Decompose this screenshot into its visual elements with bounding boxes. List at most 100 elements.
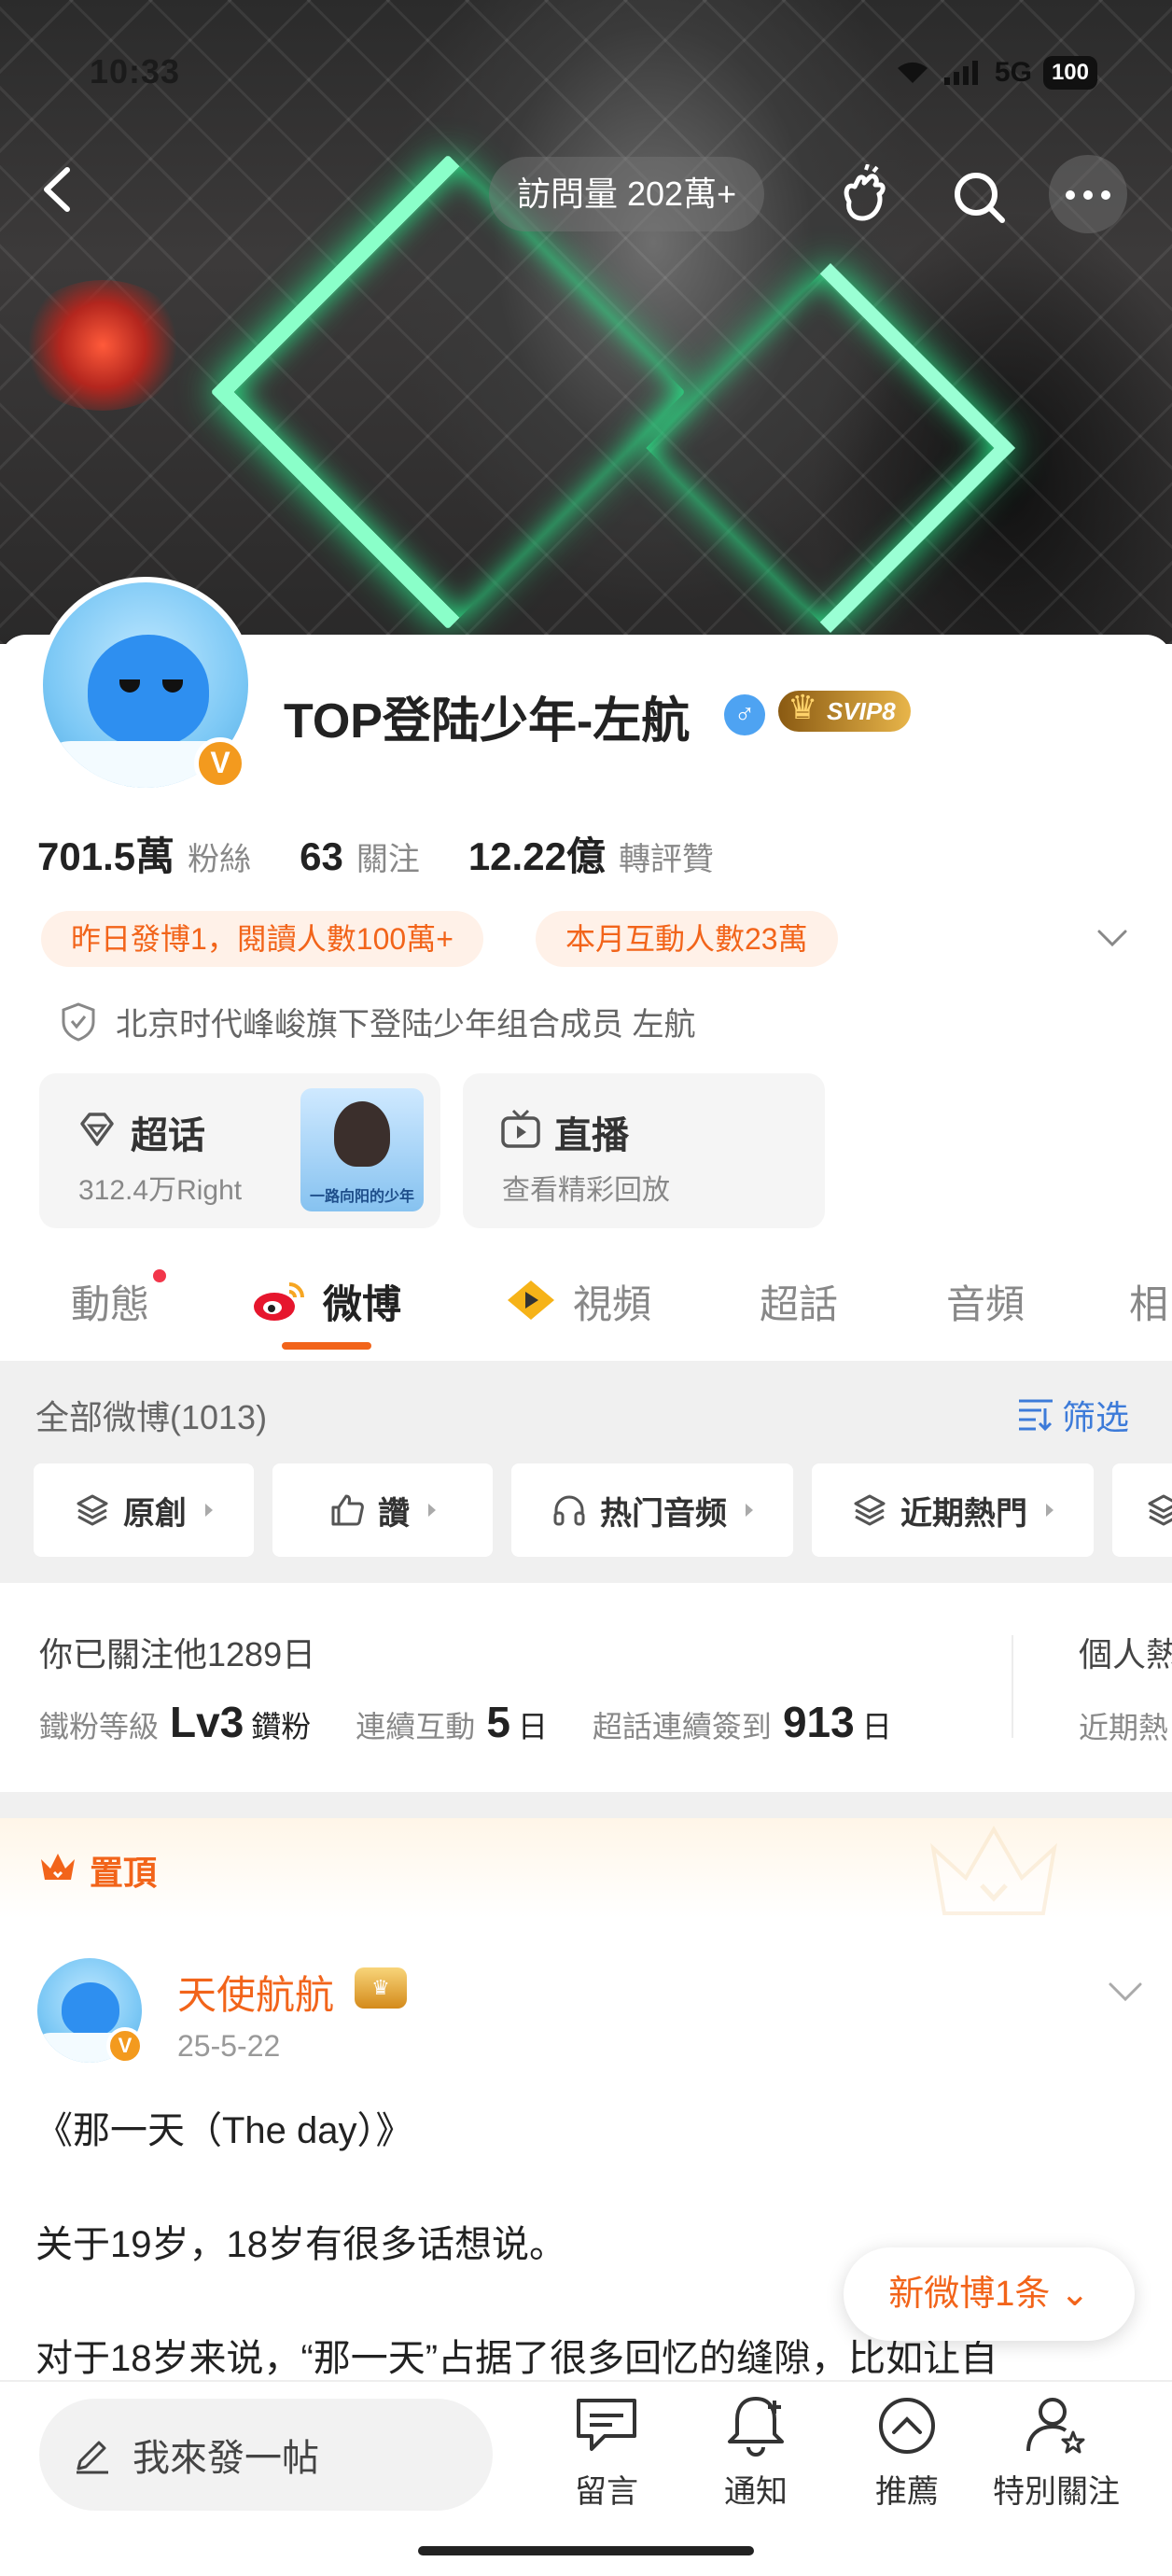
personal-hot-title[interactable]: 個人熱 bbox=[1079, 1628, 1172, 1676]
live-sub: 查看精彩回放 bbox=[502, 1175, 670, 1206]
chevron-up-circle-icon bbox=[879, 2398, 935, 2454]
network-type: 5G bbox=[994, 57, 1032, 88]
verified-badge-icon: V bbox=[194, 737, 246, 790]
yesterday-post-pill[interactable]: 昨日發博1，閱讀人數100萬+ bbox=[41, 911, 483, 967]
followers-label: 粉絲 bbox=[188, 842, 252, 877]
recommend-button[interactable]: 推薦 bbox=[832, 2393, 982, 2512]
tv-play-icon bbox=[501, 1109, 540, 1148]
fan-stats-row[interactable]: 鐵粉等級 Lv3 鑽粉 連續互動 5 日 超話連續簽到 913 日 bbox=[39, 1697, 892, 1747]
chevron-down-icon[interactable] bbox=[1105, 1973, 1146, 2010]
tab-super-topic[interactable]: 超話 bbox=[760, 1273, 838, 1330]
message-button[interactable]: 留言 bbox=[532, 2393, 681, 2512]
crown-watermark-icon bbox=[930, 1825, 1057, 1915]
fan-level-unit: 鑽粉 bbox=[251, 1710, 312, 1743]
video-play-icon bbox=[508, 1281, 554, 1320]
thumbs-up-icon bbox=[331, 1494, 364, 1526]
wifi-icon bbox=[897, 62, 928, 83]
new-posts-label: 新微博1条 bbox=[888, 2275, 1051, 2314]
section-divider bbox=[0, 1792, 1172, 1818]
recent-hot-chip[interactable]: 近期熱門 bbox=[812, 1463, 1094, 1557]
following-count[interactable]: 63 bbox=[300, 834, 343, 879]
checkin-label: 超話連續簽到 bbox=[592, 1710, 772, 1743]
user-star-icon bbox=[1026, 2398, 1085, 2454]
chip-label: 近期熱門 bbox=[900, 1495, 1027, 1532]
notify-button[interactable]: 通知 bbox=[681, 2393, 830, 2512]
fan-level-label: 鐵粉等級 bbox=[39, 1710, 160, 1743]
special-follow-label: 特別關注 bbox=[993, 2474, 1120, 2510]
profile-cover-image[interactable] bbox=[0, 0, 1172, 644]
profile-name: TOP登陆少年-左航 bbox=[284, 694, 691, 749]
compose-post-button[interactable]: 我來發一帖 bbox=[39, 2399, 493, 2511]
profile-stats: 701.5萬 粉絲 63 關注 12.22億 轉評贊 bbox=[37, 825, 762, 882]
more-chip[interactable] bbox=[1112, 1463, 1172, 1557]
back-arrow-icon[interactable] bbox=[37, 166, 75, 213]
status-time: 10:33 bbox=[90, 52, 181, 91]
chip-label: 热门音频 bbox=[600, 1495, 727, 1532]
pinned-label: 置頂 bbox=[90, 1854, 158, 1892]
home-indicator[interactable] bbox=[418, 2546, 754, 2555]
notify-label: 通知 bbox=[724, 2474, 788, 2510]
original-posts-chip[interactable]: 原創 bbox=[34, 1463, 254, 1557]
search-icon[interactable] bbox=[946, 164, 1012, 230]
checkin-value: 913 bbox=[782, 1698, 855, 1746]
super-topic-thumbnail[interactable]: 一路向阳的少年 bbox=[300, 1088, 424, 1211]
new-posts-button[interactable]: 新微博1条 ⌄ bbox=[844, 2247, 1135, 2341]
liked-posts-chip[interactable]: 讚 bbox=[272, 1463, 493, 1557]
live-tile[interactable]: 直播 查看精彩回放 bbox=[463, 1073, 825, 1228]
special-follow-button[interactable]: 特別關注 bbox=[982, 2393, 1131, 2512]
interaction-value: 5 bbox=[486, 1698, 510, 1746]
tab-audio[interactable]: 音頻 bbox=[946, 1273, 1025, 1330]
bell-plus-icon bbox=[728, 2397, 784, 2457]
double-chevron-down-icon: ⌄ bbox=[1059, 2275, 1090, 2314]
filter-icon bbox=[1019, 1399, 1053, 1432]
post-text-line: 对于18岁来说，“那一天”占据了很多回忆的缝隙，比如让自 bbox=[35, 2338, 998, 2379]
certification-row: 北京时代峰峻旗下登陆少年组合成员 左航 bbox=[60, 999, 695, 1044]
message-label: 留言 bbox=[575, 2474, 638, 2510]
recommend-label: 推薦 bbox=[875, 2474, 939, 2510]
more-options-button[interactable] bbox=[1049, 155, 1127, 233]
tab-video[interactable]: 視頻 bbox=[573, 1273, 651, 1330]
follow-days: 你已關注他1289日 bbox=[39, 1635, 316, 1673]
compose-label: 我來發一帖 bbox=[133, 2438, 319, 2479]
post-author-name[interactable]: 天使航航 bbox=[177, 1964, 334, 2021]
status-icons: 5G 100 bbox=[894, 56, 1097, 90]
divider bbox=[1012, 1635, 1013, 1738]
post-text-line: 关于19岁，18岁有很多话想说。 bbox=[35, 2224, 566, 2265]
fan-level-value: Lv3 bbox=[170, 1698, 244, 1746]
tab-weibo[interactable]: 微博 bbox=[323, 1273, 401, 1330]
thumbnail-caption: 一路向阳的少年 bbox=[309, 1189, 414, 1205]
notification-dot bbox=[153, 1269, 166, 1282]
greeting-hand-icon[interactable] bbox=[830, 164, 896, 230]
interaction-unit: 日 bbox=[517, 1710, 548, 1743]
engagement-count: 12.22億 bbox=[467, 834, 606, 878]
tab-dynamics[interactable]: 動態 bbox=[71, 1273, 149, 1330]
super-topic-title: 超话 bbox=[131, 1115, 205, 1156]
filter-button[interactable]: 筛选 bbox=[1017, 1391, 1129, 1439]
recent-hot-sub: 近期熱 bbox=[1079, 1711, 1169, 1744]
battery-indicator: 100 bbox=[1042, 56, 1097, 90]
tab-album[interactable]: 相 bbox=[1129, 1273, 1168, 1330]
visit-count-button[interactable]: 訪問量 202萬+ bbox=[489, 157, 765, 231]
headphones-icon bbox=[553, 1495, 585, 1526]
certification-text: 北京时代峰峻旗下登陆少年组合成员 左航 bbox=[116, 1007, 696, 1043]
chip-label: 原創 bbox=[123, 1495, 187, 1532]
active-tab-indicator bbox=[282, 1342, 371, 1350]
layers-icon bbox=[854, 1494, 886, 1526]
layers-icon bbox=[1148, 1494, 1172, 1526]
hot-audio-chip[interactable]: 热门音频 bbox=[511, 1463, 793, 1557]
weibo-logo-icon bbox=[254, 1282, 304, 1321]
live-title: 直播 bbox=[554, 1115, 629, 1156]
layers-icon bbox=[77, 1494, 108, 1526]
chip-label: 讚 bbox=[378, 1495, 410, 1532]
following-label: 關注 bbox=[356, 842, 420, 877]
crown-icon bbox=[41, 1854, 75, 1880]
filter-label: 筛选 bbox=[1062, 1398, 1130, 1436]
pencil-icon bbox=[77, 2441, 108, 2474]
vip-crown-badge-icon: ♛ bbox=[355, 1967, 407, 2009]
svip-badge[interactable]: SVIP8 bbox=[778, 687, 911, 732]
monthly-interaction-pill[interactable]: 本月互動人數23萬 bbox=[536, 911, 838, 967]
chevron-down-icon[interactable] bbox=[1094, 918, 1131, 956]
diamond-icon bbox=[80, 1113, 114, 1146]
post-text-line: 《那一天（The day）》 bbox=[35, 2110, 413, 2151]
followers-count[interactable]: 701.5萬 bbox=[37, 825, 174, 882]
